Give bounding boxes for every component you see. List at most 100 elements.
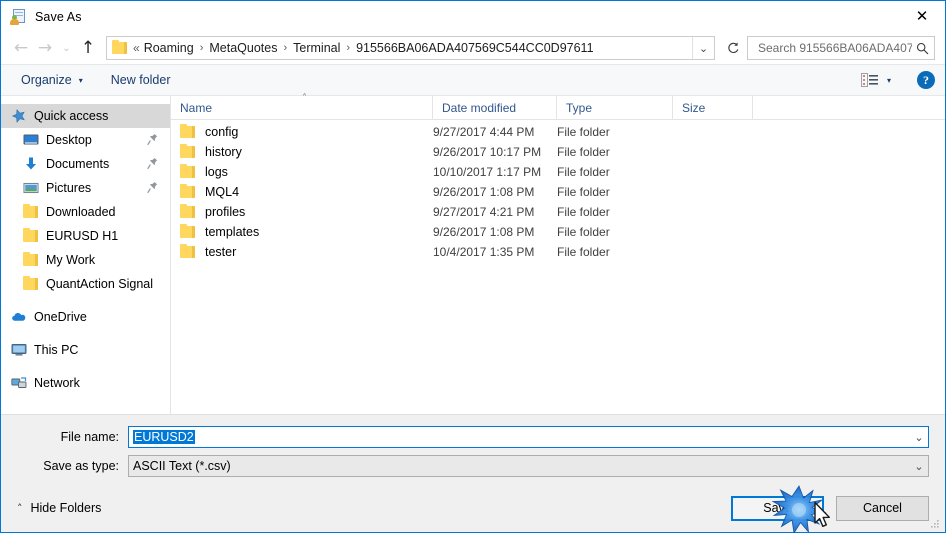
title-bar: Save As ✕ [1, 1, 945, 32]
breadcrumb-overflow-icon[interactable]: « [133, 41, 140, 55]
table-row[interactable]: tester 10/4/2017 1:35 PM File folder [171, 242, 945, 262]
sidebar-item-downloaded[interactable]: Downloaded [1, 200, 170, 224]
file-name-label: tester [205, 245, 237, 259]
navigation-sidebar: Quick access Desktop Documents Pictures … [1, 96, 171, 414]
search-box[interactable] [747, 36, 935, 60]
sidebar-item-label: Network [34, 376, 80, 390]
file-date-cell: 10/10/2017 1:17 PM [433, 165, 542, 179]
breadcrumb-item-roaming[interactable]: Roaming [144, 41, 194, 55]
table-row[interactable]: config 9/27/2017 4:44 PM File folder [171, 122, 945, 142]
sidebar-item-pictures[interactable]: Pictures [1, 176, 170, 200]
folder-icon [180, 144, 196, 159]
new-folder-label: New folder [110, 73, 171, 87]
forward-arrow-icon: → [37, 37, 53, 58]
documents-icon [23, 156, 39, 172]
onedrive-icon [11, 309, 27, 325]
search-icon [914, 40, 930, 56]
sidebar-item-this-pc[interactable]: This PC [1, 338, 170, 362]
cancel-button-label: Cancel [863, 501, 902, 515]
sidebar-item-network[interactable]: Network [1, 371, 170, 395]
breadcrumb-item-metaquotes[interactable]: MetaQuotes [209, 41, 277, 55]
table-row[interactable]: MQL4 9/26/2017 1:08 PM File folder [171, 182, 945, 202]
column-header-size[interactable]: Size [673, 96, 753, 119]
column-header-label: Size [682, 100, 706, 115]
save-button[interactable]: Save [731, 495, 824, 521]
chevron-down-icon: ⌄ [698, 41, 709, 55]
column-header-type[interactable]: Type [557, 96, 673, 119]
file-name-cell: history [171, 144, 433, 159]
sidebar-item-eurusd-h1[interactable]: EURUSD H1 [1, 224, 170, 248]
breadcrumb-separator-icon: › [283, 42, 288, 54]
sidebar-item-onedrive[interactable]: OneDrive [1, 305, 170, 329]
file-date-cell: 9/27/2017 4:21 PM [433, 205, 535, 219]
help-icon: ? [923, 72, 929, 87]
sidebar-item-label: Quick access [34, 109, 109, 123]
column-headers: ˄ Name Date modified Type Size [171, 93, 945, 120]
chevron-down-icon: ⌄ [62, 42, 71, 54]
back-button[interactable]: ← [9, 36, 33, 60]
up-button[interactable]: ↑ [76, 36, 100, 60]
sidebar-item-quick-access[interactable]: Quick access [1, 104, 170, 128]
sidebar-item-label: QuantAction Signal [46, 277, 154, 291]
sidebar-item-desktop[interactable]: Desktop [1, 128, 170, 152]
column-header-date-modified[interactable]: Date modified [433, 96, 557, 119]
filename-value: EURUSD2 [133, 430, 195, 444]
filename-row: File name: EURUSD2 ⌄ [17, 426, 929, 448]
search-input[interactable] [756, 40, 914, 56]
file-type-cell: File folder [557, 205, 610, 219]
file-name-cell: templates [171, 224, 433, 239]
table-row[interactable]: templates 9/26/2017 1:08 PM File folder [171, 222, 945, 242]
refresh-icon [728, 42, 739, 54]
up-arrow-icon: ↑ [80, 37, 96, 58]
file-date-cell: 10/4/2017 1:35 PM [433, 245, 535, 259]
close-button[interactable]: ✕ [899, 1, 945, 32]
back-arrow-icon: ← [13, 37, 29, 58]
recent-locations-button[interactable]: ⌄ [57, 36, 76, 60]
savetype-dropdown-button[interactable]: ⌄ [910, 460, 928, 473]
table-row[interactable]: logs 10/10/2017 1:17 PM File folder [171, 162, 945, 182]
folder-icon [180, 224, 196, 239]
sidebar-divider [1, 362, 170, 371]
change-view-button[interactable]: ▾ [855, 71, 897, 89]
sidebar-item-my-work[interactable]: My Work [1, 248, 170, 272]
chevron-down-icon: ▾ [78, 75, 83, 85]
filename-input[interactable]: EURUSD2 [129, 430, 910, 444]
sidebar-item-label: Pictures [46, 181, 92, 195]
breadcrumb-item-terminal[interactable]: Terminal [293, 41, 340, 55]
hide-folders-button[interactable]: ˄ Hide Folders [13, 497, 105, 519]
help-button[interactable]: ? [917, 71, 935, 89]
savetype-value: ASCII Text (*.csv) [133, 459, 231, 473]
save-as-icon [10, 8, 26, 25]
column-header-name[interactable]: ˄ Name [171, 93, 433, 119]
savetype-combobox[interactable]: ASCII Text (*.csv) ⌄ [128, 455, 929, 477]
table-row[interactable]: history 9/26/2017 10:17 PM File folder [171, 142, 945, 162]
sidebar-divider [1, 329, 170, 338]
filename-dropdown-button[interactable]: ⌄ [910, 431, 928, 444]
folder-icon [23, 252, 39, 268]
dialog-footer: ˄ Hide Folders Save Cancel [1, 484, 945, 532]
chevron-up-icon: ˄ [17, 501, 23, 515]
breadcrumb-separator-icon: › [199, 42, 204, 54]
table-row[interactable]: profiles 9/27/2017 4:21 PM File folder [171, 202, 945, 222]
pin-icon[interactable] [147, 181, 158, 194]
sidebar-item-quantaction-signal[interactable]: QuantAction Signal [1, 272, 170, 296]
cancel-button[interactable]: Cancel [836, 495, 929, 521]
savetype-row: Save as type: ASCII Text (*.csv) ⌄ [17, 455, 929, 477]
sidebar-item-documents[interactable]: Documents [1, 152, 170, 176]
breadcrumb-item-terminal-id[interactable]: 915566BA06ADA407569C544CC0D97611 [356, 41, 593, 55]
forward-button[interactable]: → [33, 36, 57, 60]
chevron-down-icon: ⌄ [914, 430, 924, 444]
folder-icon [112, 40, 128, 55]
filename-combobox[interactable]: EURUSD2 ⌄ [128, 426, 929, 448]
breadcrumb-dropdown-button[interactable]: ⌄ [692, 37, 714, 59]
pin-icon[interactable] [147, 133, 158, 146]
pin-icon[interactable] [147, 157, 158, 170]
savetype-label: Save as type: [43, 459, 119, 473]
sidebar-item-label: My Work [46, 253, 96, 267]
resize-grip[interactable] [929, 517, 941, 529]
refresh-button[interactable] [721, 36, 745, 60]
file-type-cell: File folder [557, 225, 610, 239]
breadcrumb[interactable]: « Roaming › MetaQuotes › Terminal › 9155… [106, 36, 715, 60]
new-folder-button[interactable]: New folder [105, 70, 177, 90]
organize-button[interactable]: Organize ▾ [15, 70, 89, 90]
